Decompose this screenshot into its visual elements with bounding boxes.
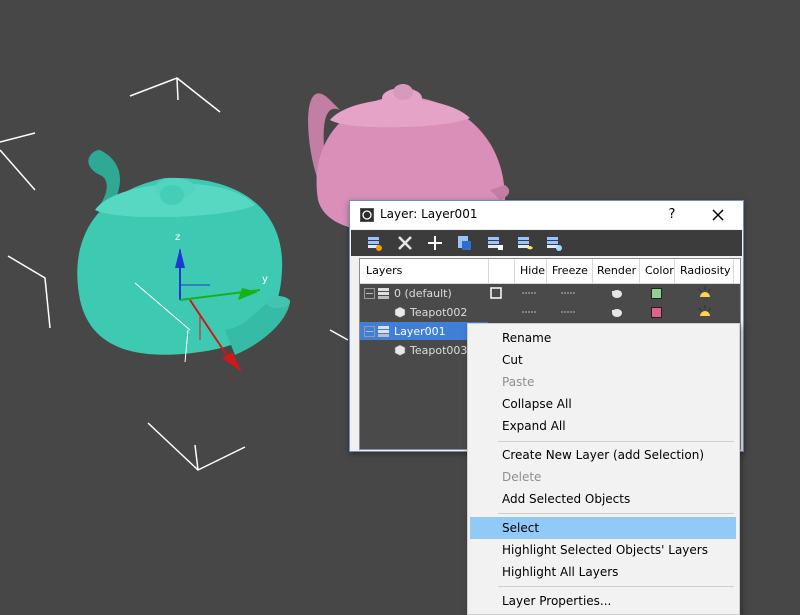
freeze-all-icon[interactable] [544, 233, 564, 253]
menu-item-paste[interactable]: Paste [470, 371, 736, 393]
freeze-toggle-icon[interactable] [561, 310, 575, 314]
column-color[interactable]: Color [645, 264, 674, 277]
hide-all-icon[interactable] [515, 233, 535, 253]
dialog-titlebar[interactable]: Layer: Layer001 ? [350, 201, 743, 229]
render-teapot-icon[interactable] [610, 306, 623, 318]
object-cube-icon [394, 344, 406, 356]
select-objects-icon[interactable] [454, 233, 474, 253]
app-logo-icon [360, 208, 374, 222]
menu-item-add-selected-objects[interactable]: Add Selected Objects [470, 488, 736, 510]
menu-separator [498, 513, 734, 514]
menu-item-expand-all[interactable]: Expand All [470, 415, 736, 437]
column-layers[interactable]: Layers [366, 264, 402, 277]
layer-stack-icon [378, 288, 389, 299]
collapse-icon[interactable] [364, 326, 375, 337]
highlight-layer-icon[interactable] [485, 233, 505, 253]
close-icon[interactable] [708, 205, 728, 225]
menu-item-rename[interactable]: Rename [470, 327, 736, 349]
column-freeze[interactable]: Freeze [552, 264, 588, 277]
hide-toggle-icon[interactable] [522, 310, 536, 314]
radiosity-sun-icon[interactable] [697, 304, 713, 320]
collapse-icon[interactable] [364, 288, 375, 299]
layer-toolbar [351, 230, 742, 256]
column-hide[interactable]: Hide [520, 264, 545, 277]
context-menu: Rename Cut Paste Collapse All Expand All… [467, 323, 740, 615]
menu-item-create-new-layer[interactable]: Create New Layer (add Selection) [470, 444, 736, 466]
svg-text:z: z [175, 232, 180, 243]
menu-item-highlight-all-layers[interactable]: Highlight All Layers [470, 561, 736, 583]
menu-item-layer-properties[interactable]: Layer Properties... [470, 590, 736, 612]
hide-toggle-icon[interactable] [522, 291, 536, 295]
menu-item-cut[interactable]: Cut [470, 349, 736, 371]
column-header-row: Layers Hide Freeze Render Color Radiosit… [360, 259, 740, 284]
layer-stack-icon [378, 326, 389, 337]
radiosity-sun-icon[interactable] [697, 285, 713, 301]
object-name: Teapot002 [410, 306, 468, 319]
render-teapot-icon[interactable] [610, 287, 623, 299]
menu-item-select[interactable]: Select [470, 517, 736, 539]
freeze-toggle-icon[interactable] [561, 291, 575, 295]
column-render[interactable]: Render [597, 264, 636, 277]
layer-name: Layer001 [394, 325, 446, 338]
object-cube-icon [394, 306, 406, 318]
menu-item-highlight-selected-layers[interactable]: Highlight Selected Objects' Layers [470, 539, 736, 561]
layer-row-default[interactable]: 0 (default) [360, 284, 740, 303]
color-swatch[interactable] [651, 288, 662, 299]
help-button[interactable]: ? [662, 205, 682, 225]
menu-item-collapse-all[interactable]: Collapse All [470, 393, 736, 415]
object-row-teapot002[interactable]: Teapot002 [360, 303, 740, 322]
current-layer-icon[interactable] [490, 287, 502, 299]
menu-separator [498, 586, 734, 587]
delete-layer-icon[interactable] [395, 233, 415, 253]
menu-separator [498, 441, 734, 442]
column-radiosity[interactable]: Radiosity [680, 264, 731, 277]
add-to-layer-icon[interactable] [425, 233, 445, 253]
menu-item-delete[interactable]: Delete [470, 466, 736, 488]
svg-text:y: y [262, 274, 268, 285]
layer-name: 0 (default) [394, 287, 452, 300]
create-layer-icon[interactable] [364, 233, 384, 253]
object-name: Teapot003 [410, 344, 468, 357]
color-swatch[interactable] [651, 307, 662, 318]
dialog-title: Layer: Layer001 [380, 207, 478, 221]
